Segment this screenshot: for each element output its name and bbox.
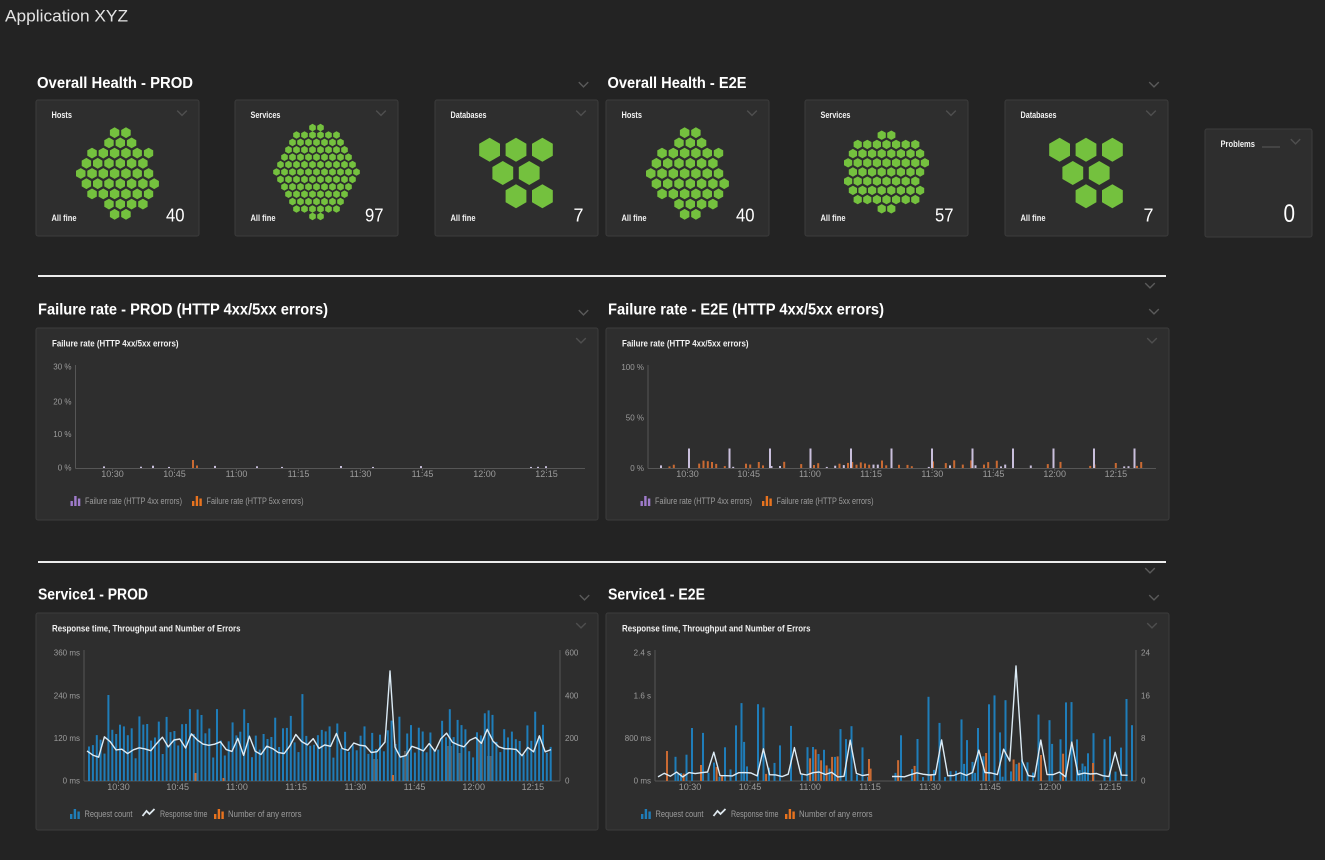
svg-text:Services: Services <box>821 110 851 120</box>
svg-text:7: 7 <box>1144 206 1154 226</box>
svg-text:Response time: Response time <box>731 809 779 819</box>
svg-text:Overall Health - PROD: Overall Health - PROD <box>37 75 193 92</box>
svg-text:40: 40 <box>736 206 755 226</box>
svg-text:Services: Services <box>251 110 281 120</box>
svg-text:0 ms: 0 ms <box>63 777 80 786</box>
svg-text:Databases: Databases <box>1021 110 1057 120</box>
svg-text:Number of any errors: Number of any errors <box>799 809 873 819</box>
svg-text:50 %: 50 % <box>626 414 644 423</box>
svg-text:All fine: All fine <box>451 213 476 223</box>
svg-text:20 %: 20 % <box>53 398 71 407</box>
svg-text:120 ms: 120 ms <box>54 734 80 743</box>
svg-text:0 %: 0 % <box>630 464 644 473</box>
svg-text:360 ms: 360 ms <box>54 649 80 658</box>
svg-text:Failure rate (HTTP 4xx errors): Failure rate (HTTP 4xx errors) <box>655 496 752 506</box>
svg-text:240 ms: 240 ms <box>54 692 80 701</box>
svg-text:30 %: 30 % <box>53 363 71 372</box>
svg-text:16: 16 <box>1141 692 1150 701</box>
svg-text:57: 57 <box>935 206 954 226</box>
svg-text:0 %: 0 % <box>58 464 72 473</box>
svg-text:All fine: All fine <box>1021 213 1046 223</box>
svg-text:97: 97 <box>365 206 384 226</box>
svg-text:Failure rate (HTTP 5xx errors): Failure rate (HTTP 5xx errors) <box>777 496 874 506</box>
svg-text:Problems: Problems <box>1221 139 1256 149</box>
svg-text:All fine: All fine <box>622 213 647 223</box>
svg-text:Failure rate (HTTP 4xx errors): Failure rate (HTTP 4xx errors) <box>85 496 182 506</box>
svg-text:0 ms: 0 ms <box>634 777 651 786</box>
svg-text:7: 7 <box>574 206 584 226</box>
svg-text:24: 24 <box>1141 649 1150 658</box>
svg-text:Response time, Throughput and: Response time, Throughput and Number of … <box>622 624 811 634</box>
svg-text:Service1 - PROD: Service1 - PROD <box>38 587 148 604</box>
svg-text:Request count: Request count <box>656 809 704 819</box>
svg-text:Hosts: Hosts <box>622 110 643 120</box>
svg-text:600: 600 <box>565 649 579 658</box>
svg-text:Number of any errors: Number of any errors <box>228 809 302 819</box>
svg-text:Response time: Response time <box>160 809 208 819</box>
svg-text:All fine: All fine <box>821 213 846 223</box>
svg-text:200: 200 <box>565 734 579 743</box>
svg-text:2.4 s: 2.4 s <box>634 649 651 658</box>
svg-text:Hosts: Hosts <box>52 110 73 120</box>
svg-text:Failure rate - PROD (HTTP 4xx/: Failure rate - PROD (HTTP 4xx/5xx errors… <box>38 302 328 319</box>
svg-text:Failure rate (HTTP 4xx/5xx err: Failure rate (HTTP 4xx/5xx errors) <box>622 339 749 349</box>
svg-text:Failure rate (HTTP 4xx/5xx err: Failure rate (HTTP 4xx/5xx errors) <box>52 339 179 349</box>
svg-text:400: 400 <box>565 692 579 701</box>
svg-text:100 %: 100 % <box>621 363 644 372</box>
svg-text:Overall Health - E2E: Overall Health - E2E <box>608 75 747 92</box>
svg-text:Failure rate - E2E (HTTP 4xx/5: Failure rate - E2E (HTTP 4xx/5xx errors) <box>608 302 884 319</box>
svg-text:Failure rate (HTTP 5xx errors): Failure rate (HTTP 5xx errors) <box>207 496 304 506</box>
svg-text:Application XYZ: Application XYZ <box>5 7 128 26</box>
svg-text:0: 0 <box>1284 200 1296 228</box>
svg-text:All fine: All fine <box>52 213 77 223</box>
svg-text:10 %: 10 % <box>53 430 71 439</box>
svg-text:Databases: Databases <box>451 110 487 120</box>
svg-text:All fine: All fine <box>251 213 276 223</box>
svg-text:Response time, Throughput and: Response time, Throughput and Number of … <box>52 624 241 634</box>
svg-text:0: 0 <box>1141 777 1146 786</box>
svg-text:Service1 - E2E: Service1 - E2E <box>608 587 705 604</box>
svg-text:1.6 s: 1.6 s <box>634 692 651 701</box>
svg-text:800 ms: 800 ms <box>625 734 651 743</box>
svg-text:0: 0 <box>565 777 570 786</box>
svg-text:40: 40 <box>166 206 185 226</box>
svg-text:Request count: Request count <box>85 809 133 819</box>
svg-text:8: 8 <box>1141 734 1146 743</box>
